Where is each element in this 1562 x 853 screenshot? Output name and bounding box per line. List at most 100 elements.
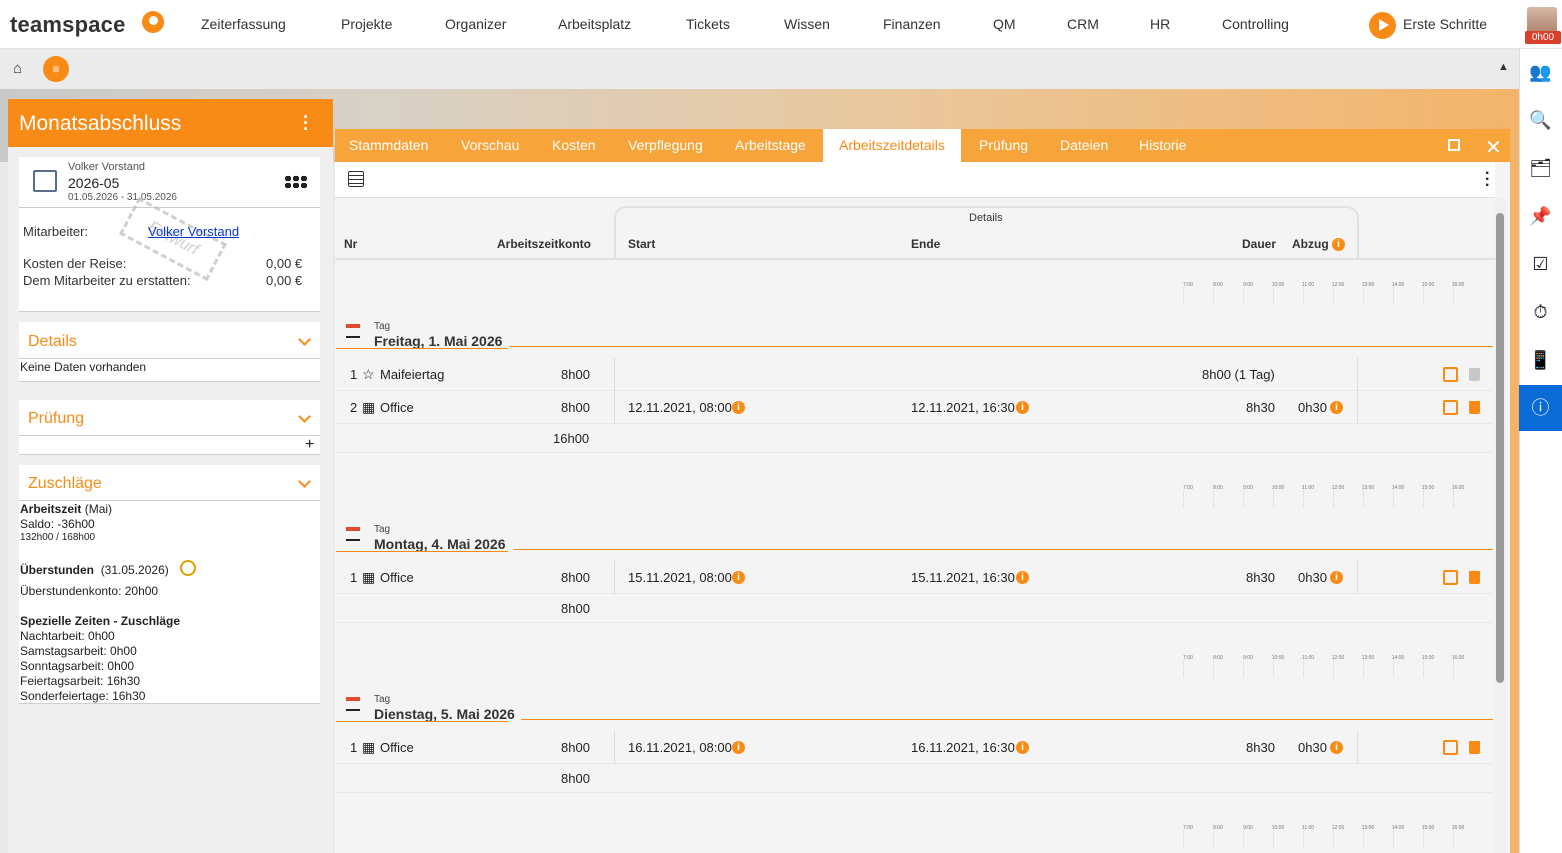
close-icon[interactable]: ✕ — [1485, 135, 1502, 160]
pruefung-title[interactable]: Prüfung — [28, 410, 84, 428]
info-icon[interactable]: ⓘ — [1519, 385, 1562, 431]
zuschlaege-title[interactable]: Zuschläge — [28, 475, 102, 493]
timeline-tick: 14:00 — [1391, 825, 1405, 831]
timeline-gridline — [1243, 660, 1244, 678]
nav-item-projekte[interactable]: Projekte — [341, 16, 392, 32]
info-icon[interactable]: i — [1330, 741, 1343, 754]
info-icon[interactable]: i — [732, 401, 745, 414]
timeline-gridline — [1333, 490, 1334, 508]
trash-icon[interactable] — [1469, 571, 1480, 584]
nav-item-controlling[interactable]: Controlling — [1222, 16, 1289, 32]
edit-icon[interactable] — [1443, 570, 1458, 585]
day-date: Freitag, 1. Mai 2026 — [374, 333, 503, 349]
people-icon[interactable]: 👥 — [1519, 49, 1562, 95]
row-start: 15.11.2021, 08:00 — [628, 570, 732, 585]
add-button[interactable]: + — [305, 436, 314, 454]
details-title[interactable]: Details — [28, 333, 77, 351]
timeline-gridline — [1423, 490, 1424, 508]
home-icon[interactable]: ⌂ — [13, 60, 22, 77]
column-dauer[interactable]: Dauer — [1242, 237, 1276, 251]
timeline-gridline — [1453, 287, 1454, 305]
row-konto: 8h00 — [561, 400, 590, 415]
nav-item-qm[interactable]: QM — [993, 16, 1016, 32]
expand-icon[interactable] — [1448, 139, 1460, 151]
timeline-gridline — [1273, 490, 1274, 508]
column-divider — [614, 391, 615, 424]
column-ende[interactable]: Ende — [911, 237, 940, 251]
info-icon[interactable]: i — [1016, 571, 1029, 584]
ueberstundenkonto: Überstundenkonto: 20h00 — [20, 584, 159, 598]
scrollbar-thumb[interactable] — [1496, 213, 1504, 683]
search-icon[interactable]: 🔍 — [1519, 97, 1562, 143]
timeline-gridline — [1423, 830, 1424, 848]
zuschlag-line: Samstagsarbeit: 0h00 — [20, 644, 137, 658]
timeline-tick: 16:00 — [1451, 485, 1465, 491]
trash-icon[interactable] — [1469, 741, 1480, 754]
info-icon[interactable]: i — [1332, 238, 1345, 252]
timeline-tick: 9:00 — [1243, 825, 1253, 831]
nav-item-arbeitsplatz[interactable]: Arbeitsplatz — [558, 16, 631, 32]
more-vertical-icon[interactable]: · · · — [1485, 166, 1490, 194]
tab-verpflegung[interactable]: Verpflegung — [612, 129, 719, 162]
tab-historie[interactable]: Historie — [1123, 129, 1202, 162]
timeline-tick: 13:00 — [1361, 655, 1375, 661]
column-abzug[interactable]: Abzug i — [1292, 237, 1345, 252]
timeline-tick: 13:00 — [1361, 825, 1375, 831]
magnifier-icon[interactable] — [180, 560, 196, 576]
edit-icon[interactable] — [1443, 367, 1458, 382]
tasks-icon[interactable]: ☑ — [1519, 241, 1562, 287]
nav-item-tickets[interactable]: Tickets — [686, 16, 730, 32]
tab-vorschau[interactable]: Vorschau — [445, 129, 535, 162]
erste-schritte-link[interactable]: Erste Schritte — [1403, 16, 1487, 32]
table-row[interactable] — [336, 358, 1493, 391]
info-icon[interactable]: i — [732, 741, 745, 754]
tab-kosten[interactable]: Kosten — [536, 129, 612, 162]
nav-item-wissen[interactable]: Wissen — [784, 16, 830, 32]
trash-icon[interactable] — [1469, 401, 1480, 414]
divider — [19, 358, 320, 359]
column-nr[interactable]: Nr — [344, 237, 357, 251]
timeline-tick: 7:00 — [1183, 655, 1193, 661]
collapse-up-icon[interactable]: ▲ — [1498, 61, 1509, 73]
column-konto[interactable]: Arbeitszeitkonto — [497, 237, 591, 251]
app-logo[interactable]: teamspace — [10, 12, 126, 38]
tab-arbeitstage[interactable]: Arbeitstage — [719, 129, 822, 162]
phone-icon[interactable]: 📱 — [1519, 337, 1562, 383]
info-icon[interactable]: i — [1330, 401, 1343, 414]
info-icon[interactable]: i — [1016, 401, 1029, 414]
menu-icon[interactable]: ≡ — [43, 56, 69, 82]
zuschlag-line: Feiertagsarbeit: 16h30 — [20, 674, 141, 688]
grid-icon[interactable] — [284, 175, 307, 189]
nav-item-finanzen[interactable]: Finanzen — [883, 16, 941, 32]
timeline-tick: 9:00 — [1243, 655, 1253, 661]
row-label: Office — [380, 740, 414, 755]
mitarbeiter-link[interactable]: Volker Vorstand — [148, 224, 239, 239]
nav-item-organizer[interactable]: Organizer — [445, 16, 506, 32]
tab-dateien[interactable]: Dateien — [1044, 129, 1124, 162]
info-icon[interactable]: i — [1330, 571, 1343, 584]
tab-stammdaten[interactable]: Stammdaten — [333, 129, 444, 162]
day-tag: Tag — [374, 321, 391, 332]
timeline-tick: 8:00 — [1213, 655, 1223, 661]
list-view-icon[interactable] — [348, 171, 364, 187]
nav-item-hr[interactable]: HR — [1150, 16, 1170, 32]
more-vertical-icon[interactable]: · · · — [303, 108, 309, 138]
timeline-tick: 11:00 — [1301, 825, 1315, 831]
trash-icon[interactable] — [1469, 368, 1480, 381]
ueberstunden-heading: Überstunden (31.05.2026) — [20, 563, 169, 577]
info-icon[interactable]: i — [1016, 741, 1029, 754]
tab-arbeitszeitdetails[interactable]: Arbeitszeitdetails — [823, 129, 961, 162]
nav-item-zeiterfassung[interactable]: Zeiterfassung — [201, 16, 286, 32]
info-icon[interactable]: i — [732, 571, 745, 584]
play-icon[interactable] — [1369, 12, 1396, 39]
tab-pr-fung[interactable]: Prüfung — [963, 129, 1044, 162]
inbox-icon[interactable]: 🗂 — [1519, 145, 1562, 191]
edit-icon[interactable] — [1443, 740, 1458, 755]
nav-item-crm[interactable]: CRM — [1067, 16, 1099, 32]
timer-icon[interactable]: ⏱ — [1519, 289, 1562, 335]
edit-icon[interactable] — [1443, 400, 1458, 415]
column-start[interactable]: Start — [628, 237, 655, 251]
timeline-tick: 7:00 — [1183, 825, 1193, 831]
row-dauer: 8h00 (1 Tag) — [1202, 367, 1275, 382]
pin-icon[interactable]: 📌 — [1519, 193, 1562, 239]
